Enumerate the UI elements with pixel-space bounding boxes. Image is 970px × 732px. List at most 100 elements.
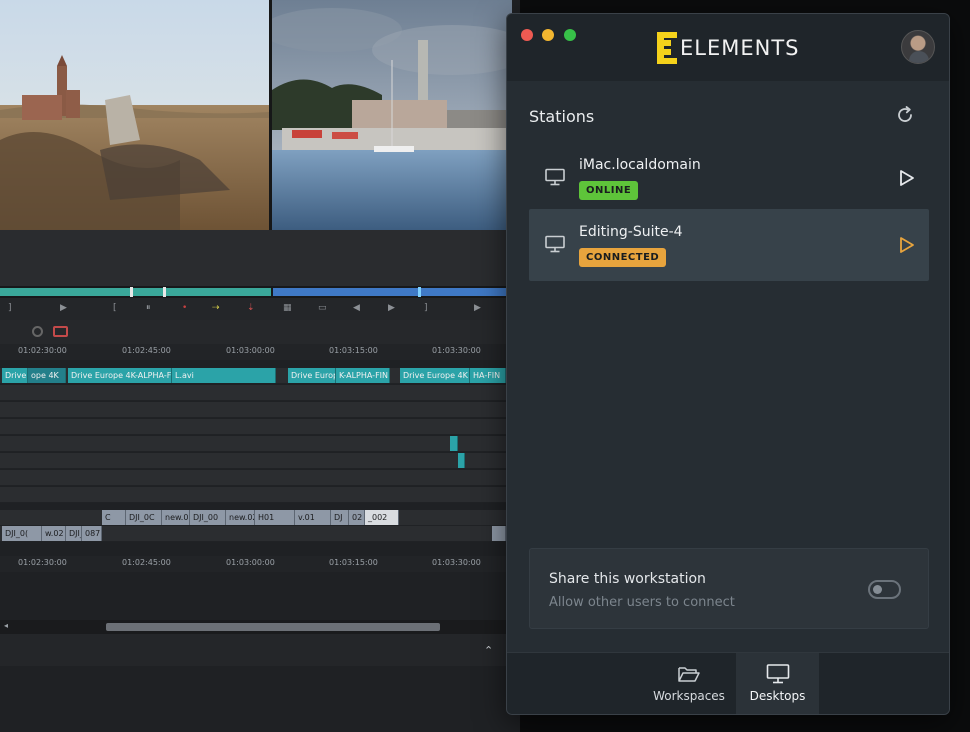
share-toggle[interactable] [868,580,901,599]
link-icon[interactable] [53,326,68,337]
grid-icon[interactable]: ▦ [283,302,292,314]
ruler-tick: 01:03:15:00 [329,346,378,355]
source-viewer [0,0,269,230]
timeline-clip[interactable]: Drive E [2,368,28,383]
ruler-tick: 01:02:30:00 [18,346,67,355]
rewind-icon[interactable]: ◀ [353,302,360,314]
timeline-scrollbar[interactable]: ◂ [0,620,520,634]
play-icon[interactable] [899,169,915,187]
timeline-clip[interactable]: HA-FIN [470,368,506,383]
play-small-icon[interactable]: ▶ [60,302,67,314]
video-editor-background: ] ▶ [ ⏸ • ⇢ ⇣ ▦ ▭ ◀ ▶ ] ▶ 01:02:30:00 01… [0,0,520,732]
tab-desktops[interactable]: Desktops [736,653,819,714]
transport-bar: ] ▶ [ ⏸ • ⇢ ⇣ ▦ ▭ ◀ ▶ ] ▶ [0,298,520,320]
snap-icon[interactable] [32,326,43,337]
timeline-ruler-bottom[interactable]: 01:02:30:00 01:02:45:00 01:03:00:00 01:0… [0,556,520,572]
monitor-icon [545,235,565,253]
timeline-clip[interactable] [492,526,506,541]
timeline-clip[interactable]: new.02 [226,510,255,525]
timeline-tools [0,320,520,344]
tab-label: Desktops [749,689,806,703]
status-badge: ONLINE [579,181,639,200]
timeline-clip[interactable]: 02 [349,510,365,525]
timeline-clip[interactable]: Drive Europe 4K [400,368,470,383]
bottom-tab-bar: Workspaces Desktops [507,652,949,714]
ruler-tick: 01:03:00:00 [226,558,275,567]
timeline-clip[interactable]: DJI_00 [190,510,226,525]
overwrite-icon[interactable]: ⇣ [247,302,255,314]
timeline-clip[interactable]: Drive Europe 4K-ALPHA-F [68,368,172,383]
timeline-clip[interactable]: C [102,510,126,525]
toggle-knob [873,585,882,594]
timeline-clip[interactable]: Drive Europ [288,368,336,383]
share-workstation-panel: Share this workstation Allow other users… [529,548,929,629]
timeline-clip[interactable]: K-ALPHA-FIN [336,368,390,383]
forward-icon[interactable]: ▶ [388,302,395,314]
ruler-tick: 01:03:00:00 [226,346,275,355]
station-row-imac[interactable]: iMac.localdomain ONLINE [529,142,929,214]
timeline-clip[interactable]: DJI_0 [66,526,82,541]
clip-icon[interactable]: ▭ [318,302,327,314]
timeline-clip[interactable]: new.01 [162,510,190,525]
close-window-button[interactable] [521,29,533,41]
track-row [0,470,520,486]
timeline-clip[interactable]: DJ [331,510,349,525]
timeline-clip[interactable]: _002 [365,510,399,525]
in-marker[interactable] [130,287,133,297]
folder-open-icon [678,667,700,682]
record-icon[interactable]: • [182,302,187,314]
timeline-clip[interactable]: w.02 [42,526,66,541]
zoom-window-button[interactable] [564,29,576,41]
timeline-clip[interactable]: H01 [255,510,295,525]
bracket-icon[interactable]: ] [8,302,12,314]
timeline-clip[interactable]: DJI_0( [2,526,42,541]
station-row-editing-suite[interactable]: Editing-Suite-4 CONNECTED [529,209,929,281]
brand-name: ELEMENTS [680,36,800,60]
mark-in-icon[interactable]: [ [113,302,117,314]
track-row [0,385,520,401]
refresh-icon[interactable] [895,105,915,125]
window-titlebar[interactable]: ELEMENTS [507,14,949,81]
ruler-tick: 01:02:30:00 [18,558,67,567]
ruler-tick: 01:03:30:00 [432,346,481,355]
play-end-icon[interactable]: ▶ [474,302,481,314]
track-row [0,436,520,452]
ruler-tick: 01:03:15:00 [329,558,378,567]
scrollbar-thumb[interactable] [106,623,440,631]
source-frame-image [0,0,269,230]
timeline-clip-small[interactable] [450,436,458,451]
timeline-clip[interactable]: 087 [82,526,102,541]
viewer-controls-area [0,230,520,286]
video-track: Drive E ope 4K Drive Europe 4K-ALPHA-F L… [0,368,520,384]
track-row [0,487,520,503]
audio-track-2: DJI_0( w.02 DJI_0 087 [0,526,520,542]
timeline-clip[interactable]: L.avi [172,368,276,383]
scroll-left-icon[interactable]: ◂ [4,621,8,630]
insert-icon[interactable]: ⇢ [212,302,220,314]
program-viewer [272,0,512,230]
playhead-marker[interactable] [418,287,421,297]
play-icon[interactable] [899,236,915,254]
timeline-ruler-top[interactable]: 01:02:30:00 01:02:45:00 01:03:00:00 01:0… [0,344,520,360]
scrub-bar[interactable] [0,286,520,298]
mark-out-icon[interactable]: ] [424,302,428,314]
scrub-segment-source [0,288,271,296]
minimize-window-button[interactable] [542,29,554,41]
timeline-clip[interactable]: ope 4K [28,368,66,383]
pause-icon[interactable]: ⏸ [146,302,151,314]
timeline-clip[interactable]: DJI_0C [126,510,162,525]
tab-label: Workspaces [653,689,725,703]
monitor-icon [545,168,565,186]
out-marker[interactable] [163,287,166,297]
user-avatar[interactable] [901,30,935,64]
chevron-up-icon[interactable]: ⌃ [484,644,493,657]
timeline-clip[interactable]: v.01 [295,510,331,525]
ruler-tick: 01:03:30:00 [432,558,481,567]
stations-heading: Stations [529,107,595,126]
station-name: Editing-Suite-4 [579,224,683,240]
tab-workspaces[interactable]: Workspaces [645,653,733,714]
editor-status-bar: ⌃ [0,634,520,666]
track-row [0,453,520,469]
status-badge: CONNECTED [579,248,667,267]
timeline-clip-small[interactable] [458,453,465,468]
